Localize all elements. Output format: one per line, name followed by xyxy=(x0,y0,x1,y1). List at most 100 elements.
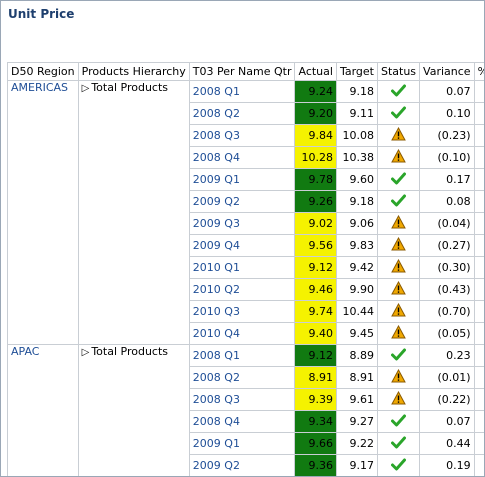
actual-cell: 9.36 xyxy=(294,454,337,476)
quarter-cell[interactable]: 2008 Q2 xyxy=(188,102,296,125)
quarter-cell[interactable]: 2009 Q3 xyxy=(188,212,296,235)
pct-variance-cell: -2 xyxy=(473,388,484,411)
quarter-cell[interactable]: 2008 Q3 xyxy=(188,124,296,147)
col-header-region[interactable]: D50 Region xyxy=(7,62,79,81)
target-cell: 8.89 xyxy=(335,344,378,367)
target-cell: 9.90 xyxy=(335,278,378,301)
check-icon xyxy=(391,84,407,100)
pct-variance-cell: 5 xyxy=(473,432,484,455)
product-label: Total Products xyxy=(91,345,169,359)
pivot-body: AMERICAS ▷ Total Products 2008 Q1 9.24 9.18 0.… xyxy=(7,80,484,476)
target-cell: 9.27 xyxy=(335,410,378,433)
quarter-cell[interactable]: 2009 Q2 xyxy=(188,454,296,476)
quarter-cell[interactable]: 2010 Q3 xyxy=(188,300,296,323)
status-cell xyxy=(376,388,421,411)
col-header-quarter[interactable]: T03 Per Name Qtr xyxy=(188,62,296,81)
target-cell: 10.08 xyxy=(335,124,378,147)
region-cell[interactable]: APAC xyxy=(7,344,79,476)
target-cell: 9.60 xyxy=(335,168,378,191)
actual-cell: 9.26 xyxy=(294,190,337,213)
status-cell xyxy=(376,300,421,323)
quarter-cell[interactable]: 2008 Q1 xyxy=(188,80,296,103)
actual-cell: 9.12 xyxy=(294,344,337,367)
target-cell: 9.22 xyxy=(335,432,378,455)
variance-cell: (0.27) xyxy=(419,234,475,257)
actual-cell: 9.34 xyxy=(294,410,337,433)
quarter-cell[interactable]: 2009 Q2 xyxy=(188,190,296,213)
variance-cell: (0.70) xyxy=(419,300,475,323)
target-cell: 10.44 xyxy=(335,300,378,323)
status-cell xyxy=(376,212,421,235)
check-icon xyxy=(391,106,407,122)
warning-icon xyxy=(391,148,406,166)
variance-cell: 0.17 xyxy=(419,168,475,191)
variance-cell: (0.10) xyxy=(419,146,475,169)
product-cell[interactable]: ▷ Total Products xyxy=(77,80,190,345)
warning-icon xyxy=(391,302,406,320)
quarter-cell[interactable]: 2010 Q2 xyxy=(188,278,296,301)
actual-cell: 9.40 xyxy=(294,322,337,345)
col-header-pct-variance: % Variance xyxy=(473,62,484,81)
status-cell xyxy=(376,234,421,257)
quarter-cell[interactable]: 2008 Q4 xyxy=(188,410,296,433)
quarter-cell[interactable]: 2010 Q4 xyxy=(188,322,296,345)
actual-cell: 9.66 xyxy=(294,432,337,455)
pct-variance-cell: 2 xyxy=(473,454,484,476)
target-cell: 9.45 xyxy=(335,322,378,345)
target-cell: 9.06 xyxy=(335,212,378,235)
quarter-cell[interactable]: 2008 Q1 xyxy=(188,344,296,367)
status-cell xyxy=(376,124,421,147)
variance-cell: 0.08 xyxy=(419,190,475,213)
pct-variance-cell: 1 xyxy=(473,80,484,103)
quarter-cell[interactable]: 2008 Q4 xyxy=(188,146,296,169)
check-icon xyxy=(391,172,407,188)
status-cell xyxy=(376,344,421,367)
variance-cell: 0.07 xyxy=(419,410,475,433)
actual-cell: 9.02 xyxy=(294,212,337,235)
check-icon xyxy=(391,436,407,452)
warning-icon xyxy=(391,214,406,232)
actual-cell: 9.12 xyxy=(294,256,337,279)
col-header-status: Status xyxy=(376,62,421,81)
pct-variance-cell: 3 xyxy=(473,344,484,367)
pct-variance-cell: -3 xyxy=(473,234,484,257)
pct-variance-cell: 1 xyxy=(473,190,484,213)
status-cell xyxy=(376,102,421,125)
quarter-cell[interactable]: 2009 Q1 xyxy=(188,168,296,191)
col-header-actual: Actual xyxy=(294,62,337,81)
pct-variance-cell: -0 xyxy=(473,366,484,389)
status-cell xyxy=(376,278,421,301)
actual-cell: 9.24 xyxy=(294,80,337,103)
region-cell[interactable]: AMERICAS xyxy=(7,80,79,345)
status-cell xyxy=(376,168,421,191)
actual-cell: 10.28 xyxy=(294,146,337,169)
warning-icon xyxy=(391,368,406,386)
quarter-cell[interactable]: 2010 Q1 xyxy=(188,256,296,279)
table-row: AMERICAS ▷ Total Products 2008 Q1 9.24 9.18 0.… xyxy=(7,80,484,345)
quarter-cell[interactable]: 2008 Q3 xyxy=(188,388,296,411)
quarter-cell[interactable]: 2009 Q4 xyxy=(188,234,296,257)
variance-cell: 0.19 xyxy=(419,454,475,476)
status-cell xyxy=(376,410,421,433)
pct-variance-cell: -7 xyxy=(473,300,484,323)
variance-cell: (0.30) xyxy=(419,256,475,279)
actual-cell: 9.84 xyxy=(294,124,337,147)
variance-cell: 0.23 xyxy=(419,344,475,367)
target-cell: 9.18 xyxy=(335,80,378,103)
target-cell: 9.18 xyxy=(335,190,378,213)
check-icon xyxy=(391,194,407,210)
variance-cell: (0.04) xyxy=(419,212,475,235)
check-icon xyxy=(391,414,407,430)
quarter-cell[interactable]: 2008 Q2 xyxy=(188,366,296,389)
pct-variance-cell: -3 xyxy=(473,256,484,279)
quarter-cell[interactable]: 2009 Q1 xyxy=(188,432,296,455)
expand-triangle-icon[interactable]: ▷ xyxy=(82,347,90,358)
col-header-variance: Variance xyxy=(419,62,475,81)
warning-icon xyxy=(391,280,406,298)
table-row: APAC▷Total Products2008 Q19.128.890.233 xyxy=(7,344,484,476)
variance-cell: 0.07 xyxy=(419,80,475,103)
header-row: D50 Region Products Hierarchy T03 Per Na… xyxy=(7,62,484,81)
actual-cell: 9.56 xyxy=(294,234,337,257)
product-cell[interactable]: ▷ Total Products xyxy=(77,344,190,476)
expand-triangle-icon[interactable]: ▷ xyxy=(82,83,90,94)
